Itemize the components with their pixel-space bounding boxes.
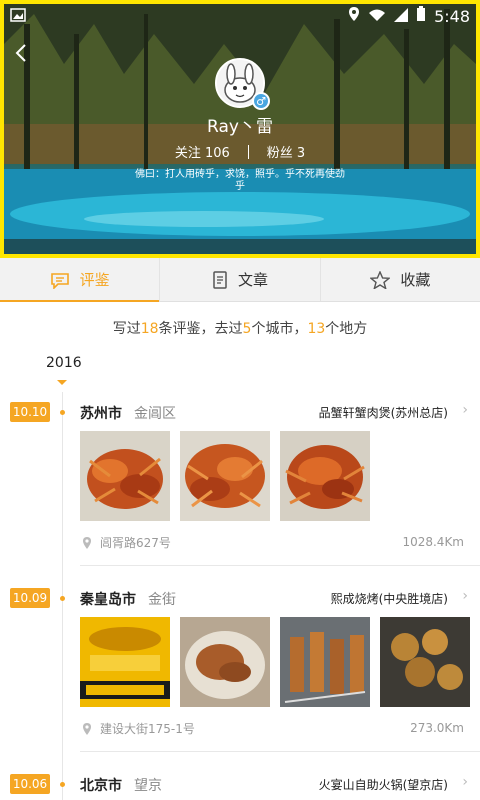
address-text: 阊胥路627号 <box>100 536 171 550</box>
city-name: 北京市 <box>80 778 122 794</box>
date-badge: 10.06 <box>10 774 50 794</box>
timeline-year: 2016 <box>46 355 82 371</box>
status-bar: 5:48 <box>4 4 476 28</box>
district-name: 金街 <box>148 592 176 608</box>
photo-crab-2[interactable] <box>180 431 270 521</box>
tab-reviews-label: 评鉴 <box>79 271 110 289</box>
signal-icon <box>394 7 409 26</box>
tab-articles-label: 文章 <box>237 271 268 289</box>
review-summary: 写过18条评鉴，去过5个城市，13个地方 <box>0 318 480 338</box>
star-icon <box>370 270 391 289</box>
place-count: 13 <box>307 321 326 337</box>
summary-text: 写过 <box>112 321 141 337</box>
tab-reviews[interactable]: 评鉴 <box>0 258 160 302</box>
fans-count[interactable]: 粉丝 3 <box>267 142 305 161</box>
back-button[interactable] <box>8 38 34 68</box>
entry-divider <box>80 565 480 566</box>
status-time: 5:48 <box>434 6 470 26</box>
profile-bio: 佛曰：打人用砖乎，求饶，照乎。乎不死再使劲乎 <box>135 169 345 192</box>
timeline-dot <box>60 596 65 601</box>
year-marker <box>57 380 67 385</box>
male-gender-icon: ♂ <box>252 92 270 110</box>
chevron-right-icon[interactable]: › <box>462 402 468 418</box>
tab-favorites[interactable]: 收藏 <box>319 258 480 301</box>
summary-text: 个城市， <box>251 321 308 337</box>
photo-bbq-skewers[interactable] <box>280 617 370 707</box>
review-photos <box>80 431 370 521</box>
location-pin-icon <box>83 722 91 735</box>
article-icon <box>213 270 227 289</box>
chevron-left-icon <box>15 44 26 62</box>
review-photos <box>80 617 470 707</box>
entry-divider <box>80 751 480 752</box>
timeline-dot <box>60 782 65 787</box>
photo-crab-1[interactable] <box>80 431 170 521</box>
district-name: 望京 <box>134 778 162 794</box>
city-name: 苏州市 <box>80 406 122 422</box>
chevron-right-icon[interactable]: › <box>462 588 468 604</box>
following-count[interactable]: 关注 106 <box>175 142 230 161</box>
battery-icon <box>416 6 426 26</box>
chevron-right-icon[interactable]: › <box>462 774 468 790</box>
restaurant-name[interactable]: 熙成烧烤(中央胜境店) <box>331 590 448 607</box>
address-row: 建设大街175-1号 <box>82 720 195 737</box>
comment-icon <box>50 272 69 289</box>
address-text: 建设大街175-1号 <box>100 722 195 736</box>
distance-text: 1028.4Km <box>402 535 464 549</box>
photo-bbq-sign[interactable] <box>80 617 170 707</box>
review-count: 18 <box>140 321 159 337</box>
date-badge: 10.10 <box>10 402 50 422</box>
photo-bbq-meat[interactable] <box>380 617 470 707</box>
stats-divider <box>247 144 249 159</box>
summary-text: 个地方 <box>325 321 368 337</box>
profile-tabs: 评鉴 文章 收藏 <box>0 258 480 302</box>
city-name: 秦皇岛市 <box>80 592 136 608</box>
wifi-icon <box>368 7 386 26</box>
summary-text: 条评鉴，去过 <box>158 321 243 337</box>
restaurant-name[interactable]: 品蟹轩蟹肉煲(苏州总店) <box>319 404 448 421</box>
profile-header: 5:48 ♂ Ray丶雷 关注 106 粉丝 3 佛曰：打人用砖乎，求饶，照乎。… <box>0 0 480 258</box>
restaurant-name[interactable]: 火宴山自助火锅(望京店) <box>319 776 448 793</box>
address-row: 阊胥路627号 <box>82 534 171 551</box>
timeline-dot <box>60 410 65 415</box>
tab-favorites-label: 收藏 <box>400 271 431 289</box>
location-icon <box>348 6 360 26</box>
distance-text: 273.0Km <box>410 721 464 735</box>
follow-stats: 关注 106 粉丝 3 <box>4 142 476 161</box>
date-badge: 10.09 <box>10 588 50 608</box>
district-name: 金阊区 <box>134 406 176 422</box>
photo-bbq-plate[interactable] <box>180 617 270 707</box>
gallery-icon <box>10 7 26 26</box>
photo-crab-3[interactable] <box>280 431 370 521</box>
username: Ray丶雷 <box>207 117 273 137</box>
location-pin-icon <box>83 536 91 549</box>
tab-articles[interactable]: 文章 <box>159 258 319 301</box>
